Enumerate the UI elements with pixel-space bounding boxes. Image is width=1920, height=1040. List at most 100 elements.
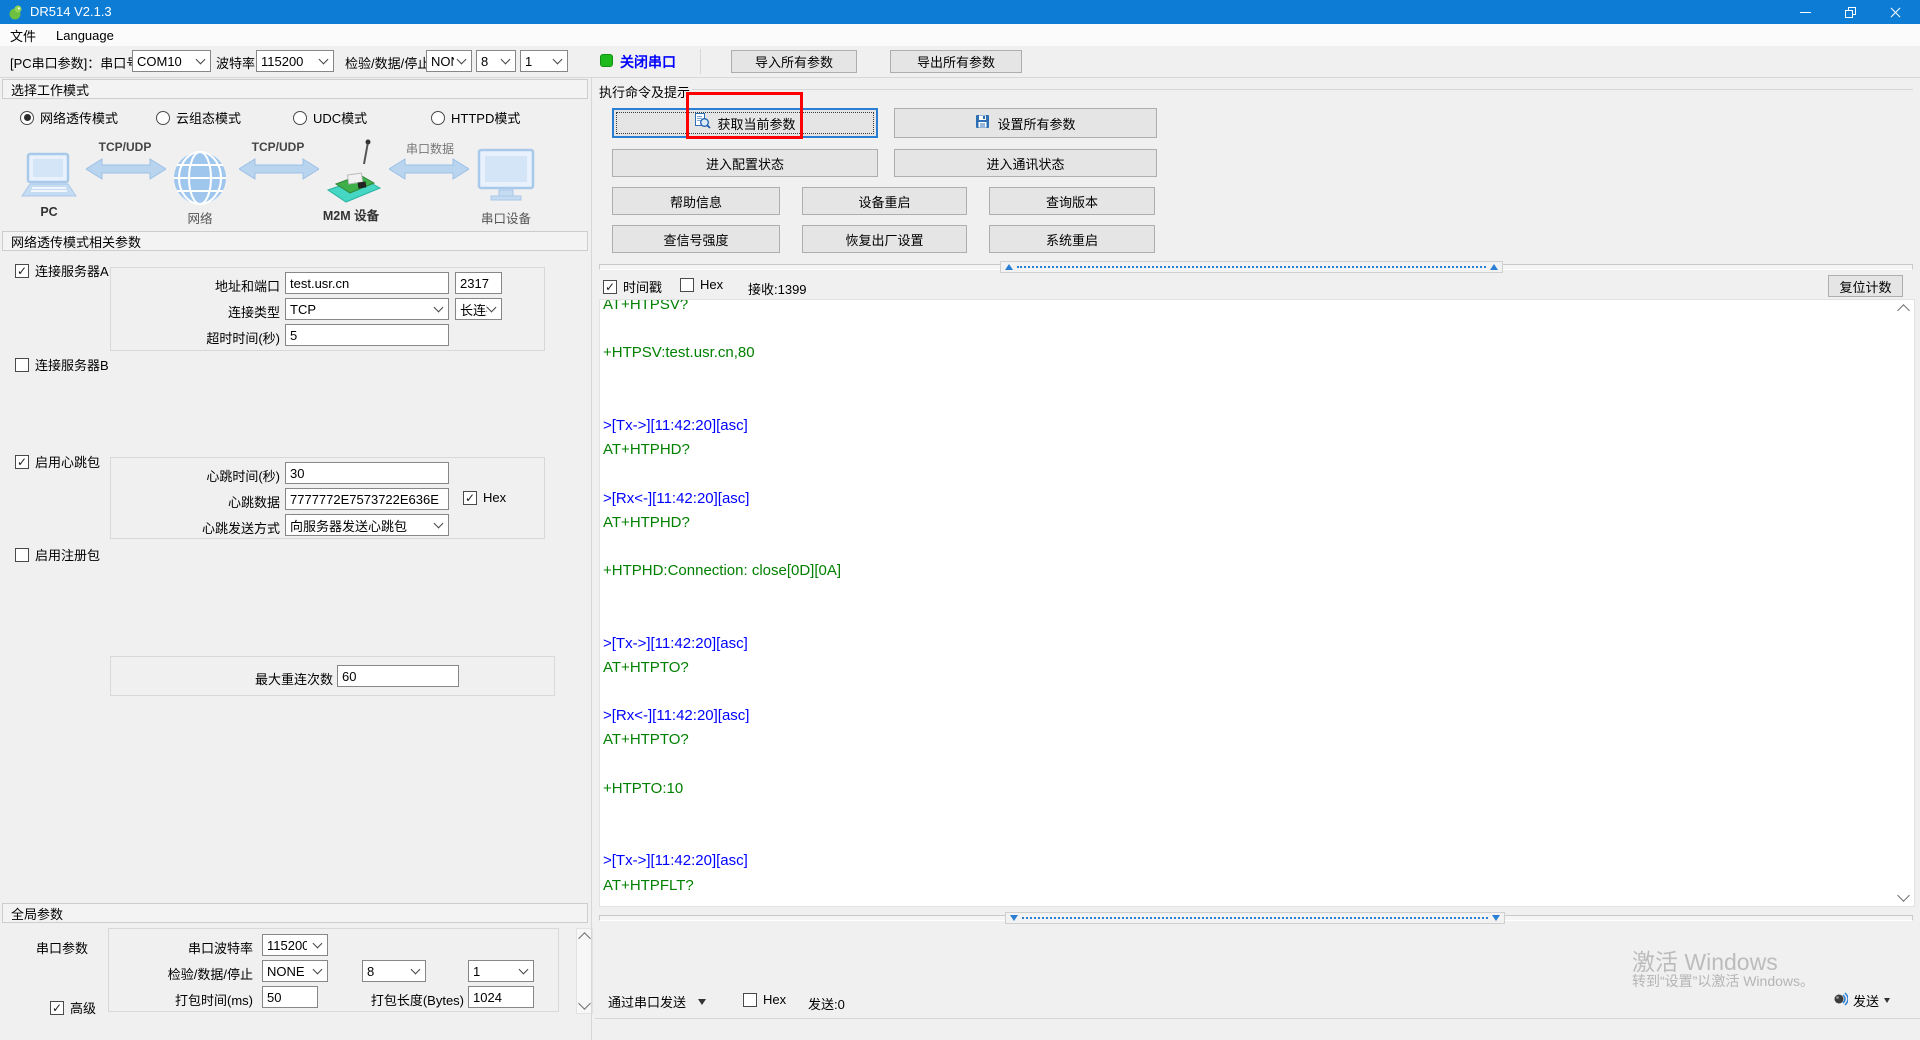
chevron-down-icon bbox=[313, 965, 323, 975]
log-line: >[Tx->][11:42:20][asc] bbox=[603, 849, 1892, 873]
factory-reset-button[interactable]: 恢复出厂设置 bbox=[802, 225, 967, 253]
send-button[interactable]: 发送 bbox=[1832, 990, 1890, 1011]
heartbeat-hex-label: Hex bbox=[483, 490, 506, 505]
enter-comm-state-button[interactable]: 进入通讯状态 bbox=[894, 149, 1157, 177]
register-checkbox[interactable]: 启用注册包 bbox=[15, 545, 100, 564]
com-port-select[interactable]: COM10 bbox=[132, 50, 211, 72]
scroll-down-icon[interactable] bbox=[578, 997, 591, 1010]
serial-stopbits-select[interactable]: 1 bbox=[468, 960, 534, 982]
menu-file[interactable]: 文件 bbox=[0, 24, 46, 46]
heartbeat-checkbox[interactable]: ✓ 启用心跳包 bbox=[15, 452, 100, 471]
serial-parity-select[interactable]: NONE bbox=[262, 960, 328, 982]
server-a-checkbox[interactable]: ✓ 连接服务器A bbox=[15, 261, 109, 280]
serial-stopbits-value: 1 bbox=[473, 964, 480, 979]
log-line: AT+HTPHD? bbox=[603, 438, 1892, 462]
system-restart-button[interactable]: 系统重启 bbox=[989, 225, 1155, 253]
app-icon bbox=[7, 4, 23, 20]
log-hex-checkbox[interactable]: Hex bbox=[680, 277, 723, 292]
log-line: +HTPSV:test.usr.cn,80 bbox=[603, 341, 1892, 365]
advanced-checkbox[interactable]: ✓ 高级 bbox=[50, 998, 96, 1017]
annotation-highlight-box bbox=[686, 92, 803, 139]
baud-select[interactable]: 115200 bbox=[256, 50, 334, 72]
log-line: +HTPHD:Connection: close[0D][0A] bbox=[603, 559, 1892, 583]
radio-cloud-scada-mode[interactable]: 云组态模式 bbox=[156, 108, 241, 127]
chevron-down-icon bbox=[411, 965, 421, 975]
send-hex-label: Hex bbox=[763, 992, 786, 1007]
chevron-down-icon bbox=[501, 55, 511, 65]
set-all-params-button[interactable]: 设置所有参数 bbox=[894, 108, 1157, 138]
heartbeat-hex-checkbox[interactable]: ✓ Hex bbox=[463, 490, 506, 505]
log-line bbox=[603, 801, 1892, 825]
slider-handle-icon bbox=[1010, 915, 1018, 921]
log-area[interactable]: AT+HTPSV?+HTPSV:test.usr.cn,80>[Tx->][11… bbox=[599, 299, 1915, 907]
log-line: >[Tx->][11:42:20][asc] bbox=[603, 414, 1892, 438]
checkbox-icon: ✓ bbox=[463, 491, 477, 505]
reset-counter-button[interactable]: 复位计数 bbox=[1828, 275, 1903, 297]
set-params-icon bbox=[975, 114, 991, 133]
bottom-slider-thumb[interactable] bbox=[1005, 912, 1505, 924]
parity-select[interactable]: NONE bbox=[426, 50, 472, 72]
restore-icon bbox=[1845, 7, 1856, 18]
top-slider-thumb[interactable] bbox=[1000, 261, 1503, 273]
server-a-port-input[interactable]: 2317 bbox=[455, 272, 502, 294]
radio-label: 网络透传模式 bbox=[40, 108, 118, 127]
pack-len-input[interactable]: 1024 bbox=[468, 986, 534, 1008]
query-signal-button[interactable]: 查信号强度 bbox=[612, 225, 780, 253]
heartbeat-time-input[interactable]: 30 bbox=[285, 462, 449, 484]
serial-parity-value: NONE bbox=[267, 964, 305, 979]
log-line: >[Tx->][11:42:20][asc] bbox=[603, 632, 1892, 656]
checkbox-icon: ✓ bbox=[15, 455, 29, 469]
conn-mode-select[interactable]: 长连接 bbox=[455, 298, 502, 320]
server-b-checkbox[interactable]: 连接服务器B bbox=[15, 355, 109, 374]
heartbeat-data-input[interactable]: 7777772E7573722E636E bbox=[285, 488, 449, 510]
baud-label: 波特率 bbox=[216, 53, 255, 72]
import-all-params-button[interactable]: 导入所有参数 bbox=[731, 50, 857, 73]
serial-databits-select[interactable]: 8 bbox=[362, 960, 426, 982]
minimize-icon bbox=[1800, 12, 1811, 13]
scroll-up-icon[interactable] bbox=[578, 932, 591, 945]
export-all-params-button[interactable]: 导出所有参数 bbox=[890, 50, 1022, 73]
help-info-button[interactable]: 帮助信息 bbox=[612, 187, 780, 215]
stopbits-select[interactable]: 1 bbox=[520, 50, 568, 72]
app-window: { "titlebar": { "title": "DR514 V2.1.3" … bbox=[0, 0, 1920, 1040]
commands-header: 执行命令及提示 bbox=[599, 82, 690, 101]
log-line: AT+HTPHD? bbox=[603, 511, 1892, 535]
send-via-serial-label: 通过串口发送 bbox=[608, 992, 686, 1011]
pack-time-input[interactable]: 50 bbox=[262, 986, 318, 1008]
server-a-address-input[interactable]: test.usr.cn bbox=[285, 272, 449, 294]
log-line bbox=[603, 317, 1892, 341]
radio-httpd-mode[interactable]: HTTPD模式 bbox=[431, 108, 520, 127]
log-scroll-up-icon[interactable] bbox=[1897, 304, 1910, 317]
serial-baud-select[interactable]: 115200 bbox=[262, 934, 328, 956]
menu-language[interactable]: Language bbox=[46, 24, 124, 46]
send-hex-checkbox[interactable]: Hex bbox=[743, 992, 786, 1007]
timestamp-checkbox[interactable]: ✓ 时间戳 bbox=[603, 277, 662, 296]
close-button[interactable] bbox=[1873, 0, 1918, 24]
reconnect-input[interactable]: 60 bbox=[337, 665, 459, 687]
serial-baud-value: 115200 bbox=[267, 938, 307, 953]
radio-udc-mode[interactable]: UDC模式 bbox=[293, 108, 367, 127]
timeout-input[interactable]: 5 bbox=[285, 324, 449, 346]
databits-select[interactable]: 8 bbox=[476, 50, 516, 72]
send-area-divider bbox=[595, 1018, 1920, 1019]
log-scroll-down-icon[interactable] bbox=[1897, 889, 1910, 902]
checkbox-icon bbox=[15, 548, 29, 562]
enter-config-state-button[interactable]: 进入配置状态 bbox=[612, 149, 878, 177]
pack-len-label: 打包长度(Bytes) bbox=[320, 990, 464, 1009]
device-restart-button[interactable]: 设备重启 bbox=[802, 187, 967, 215]
serial-params-panel: 串口波特率 115200 检验/数据/停止 NONE 8 1 打包时间(ms) … bbox=[108, 928, 559, 1012]
checkbox-icon: ✓ bbox=[15, 264, 29, 278]
log-line bbox=[603, 390, 1892, 414]
minimize-button[interactable] bbox=[1783, 0, 1828, 24]
send-via-serial-button[interactable]: 通过串口发送 bbox=[608, 992, 706, 1011]
heartbeat-mode-select[interactable]: 向服务器发送心跳包 bbox=[285, 514, 449, 536]
radio-net-transparent-mode[interactable]: 网络透传模式 bbox=[20, 108, 118, 127]
restore-button[interactable] bbox=[1828, 0, 1873, 24]
pc-icon bbox=[18, 152, 80, 209]
radio-label: UDC模式 bbox=[313, 108, 367, 127]
query-version-button[interactable]: 查询版本 bbox=[989, 187, 1155, 215]
conn-type-select[interactable]: TCP bbox=[285, 298, 449, 320]
chevron-down-icon bbox=[319, 55, 329, 65]
close-port-button[interactable]: 关闭串口 bbox=[620, 52, 676, 72]
radio-icon bbox=[293, 111, 307, 125]
